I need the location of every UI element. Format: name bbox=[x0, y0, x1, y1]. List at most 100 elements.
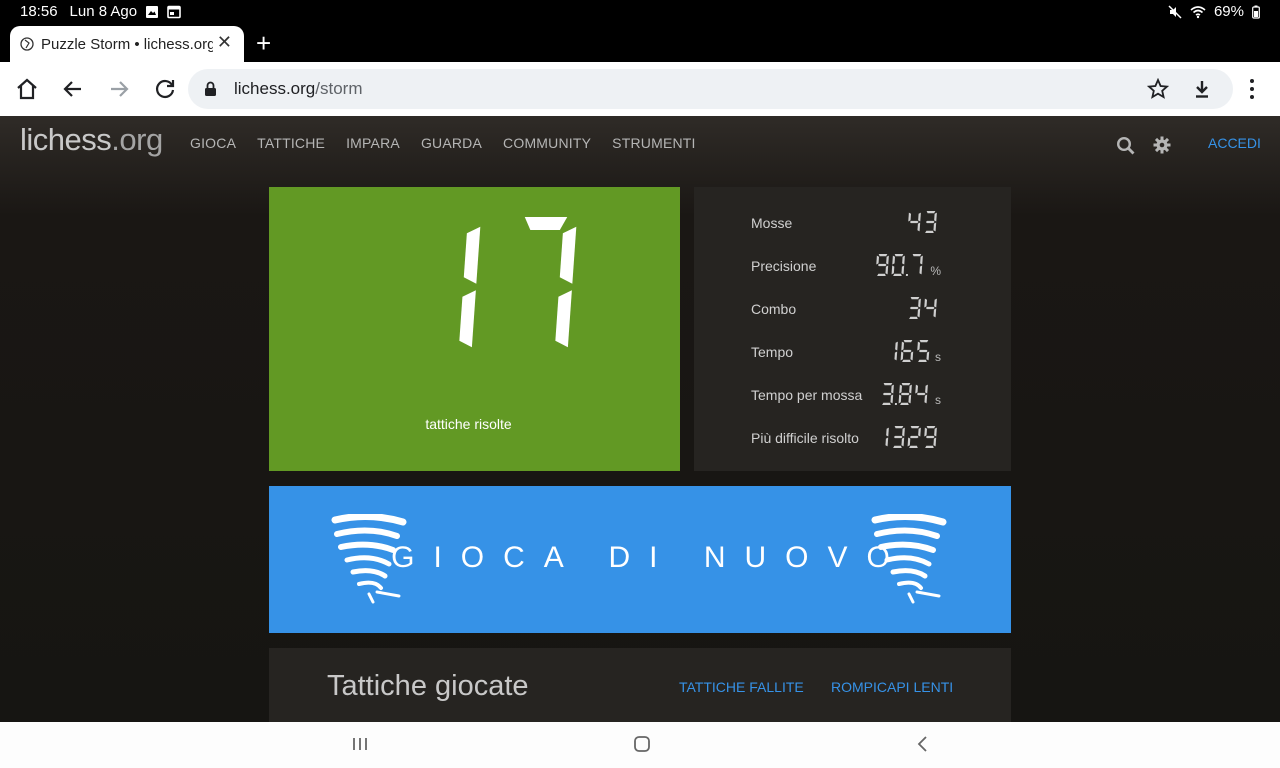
recent-apps-icon[interactable] bbox=[352, 734, 368, 754]
battery-icon bbox=[1252, 5, 1260, 19]
stat-digits bbox=[876, 254, 924, 277]
web-page: lichess.org GIOCA TATTICHE IMPARA GUARDA… bbox=[0, 116, 1280, 722]
gallery-icon bbox=[146, 5, 159, 18]
stat-row-time-per-move: Tempo per mossa s bbox=[751, 379, 981, 409]
stat-value bbox=[907, 293, 941, 323]
download-icon[interactable] bbox=[1191, 78, 1213, 100]
address-bar[interactable]: lichess.org/storm bbox=[188, 69, 1233, 109]
stat-unit: % bbox=[930, 264, 941, 278]
digit-8 bbox=[898, 383, 912, 405]
mute-icon bbox=[1168, 4, 1182, 19]
more-menu-icon[interactable] bbox=[1244, 76, 1260, 102]
digit-6 bbox=[900, 340, 914, 362]
date: Lun 8 Ago bbox=[69, 3, 138, 20]
gear-icon[interactable] bbox=[1153, 136, 1171, 154]
login-link[interactable]: ACCEDI bbox=[1208, 135, 1261, 151]
stat-unit: s bbox=[935, 393, 941, 407]
stat-row-time: Tempo s bbox=[751, 336, 981, 366]
digit-5 bbox=[917, 340, 930, 362]
nav-guarda[interactable]: GUARDA bbox=[421, 135, 482, 151]
stat-label: Precisione bbox=[751, 258, 817, 274]
digit-3 bbox=[882, 383, 894, 405]
stat-row-accuracy: Precisione % bbox=[751, 250, 981, 280]
forward-icon[interactable] bbox=[106, 76, 132, 102]
digit-9 bbox=[924, 426, 937, 448]
stat-value: % bbox=[875, 250, 941, 280]
digit-4 bbox=[924, 298, 937, 318]
digit-dot bbox=[894, 403, 897, 406]
bookmark-star-icon[interactable] bbox=[1147, 78, 1169, 100]
browser-toolbar: lichess.org/storm bbox=[0, 62, 1280, 116]
close-tab-icon[interactable]: ✕ bbox=[217, 32, 232, 53]
stat-unit: s bbox=[935, 350, 941, 364]
digit-7 bbox=[912, 254, 924, 275]
main-nav: GIOCA TATTICHE IMPARA GUARDA COMMUNITY S… bbox=[190, 135, 696, 151]
stat-label: Tempo per mossa bbox=[751, 387, 863, 403]
digit-2 bbox=[907, 426, 921, 448]
lichess-favicon-icon bbox=[20, 37, 34, 51]
stat-label: Più difficile risolto bbox=[751, 430, 859, 446]
stat-digits bbox=[885, 426, 937, 448]
stat-row-hardest: Più difficile risolto bbox=[751, 422, 981, 452]
back-icon[interactable] bbox=[60, 76, 86, 102]
stat-label: Combo bbox=[751, 301, 797, 317]
back-nav-icon[interactable] bbox=[915, 734, 931, 754]
stat-digits bbox=[894, 340, 930, 362]
stat-digits bbox=[908, 211, 937, 233]
digit-dot bbox=[906, 274, 909, 277]
browser-tab[interactable]: Puzzle Storm • lichess.org ✕ bbox=[10, 26, 244, 62]
played-puzzles-panel: Tattiche giocate TATTICHE FALLITE ROMPIC… bbox=[269, 648, 1011, 722]
site-logo[interactable]: lichess.org bbox=[20, 122, 163, 158]
digit-3 bbox=[893, 426, 905, 448]
status-bar: 18:56 Lun 8 Ago 69% bbox=[0, 0, 1280, 24]
score-value bbox=[459, 217, 577, 348]
search-icon[interactable] bbox=[1116, 136, 1136, 156]
home-icon[interactable] bbox=[14, 76, 40, 102]
score-card: tattiche risolte bbox=[269, 187, 680, 471]
tornado-icon bbox=[871, 514, 947, 604]
nav-impara[interactable]: IMPARA bbox=[346, 135, 400, 151]
digit-1 bbox=[885, 427, 889, 447]
stat-value bbox=[875, 422, 941, 452]
played-title: Tattiche giocate bbox=[327, 670, 529, 702]
home-nav-icon[interactable] bbox=[633, 734, 651, 754]
clock: 18:56 bbox=[20, 3, 58, 20]
digit-7 bbox=[524, 217, 577, 348]
calendar-icon bbox=[167, 5, 181, 18]
stat-label: Mosse bbox=[751, 215, 793, 231]
battery-percent: 69% bbox=[1213, 3, 1244, 20]
play-again-button[interactable]: GIOCA DI NUOVO bbox=[269, 486, 1011, 633]
digit-1 bbox=[894, 341, 898, 361]
nav-tattiche[interactable]: TATTICHE bbox=[257, 135, 325, 151]
failed-puzzles-link[interactable]: TATTICHE FALLITE bbox=[679, 679, 804, 695]
digit-9 bbox=[876, 254, 890, 276]
android-nav-bar bbox=[0, 722, 1280, 768]
stat-label: Tempo bbox=[751, 344, 794, 360]
wifi-icon bbox=[1190, 5, 1206, 18]
digit-0 bbox=[891, 254, 906, 276]
stat-value: s bbox=[884, 336, 941, 366]
digit-4 bbox=[915, 384, 928, 404]
reload-icon[interactable] bbox=[152, 76, 178, 102]
stat-row-moves: Mosse bbox=[751, 207, 981, 237]
slow-puzzles-link[interactable]: ROMPICAPI LENTI bbox=[831, 679, 953, 695]
lock-icon bbox=[205, 81, 216, 96]
digit-1 bbox=[459, 226, 481, 348]
digit-4 bbox=[908, 212, 921, 232]
new-tab-button[interactable]: + bbox=[256, 28, 271, 58]
nav-gioca[interactable]: GIOCA bbox=[190, 135, 236, 151]
digit-3 bbox=[925, 211, 937, 233]
url-text: lichess.org/storm bbox=[234, 79, 363, 98]
nav-community[interactable]: COMMUNITY bbox=[503, 135, 591, 151]
stat-row-combo: Combo bbox=[751, 293, 981, 323]
tab-strip: Puzzle Storm • lichess.org ✕ + bbox=[0, 24, 1280, 62]
stat-value bbox=[907, 207, 941, 237]
stat-value: s bbox=[880, 379, 941, 409]
stats-card: Mosse Precisione % Combo Tempo s Tempo p… bbox=[694, 187, 1011, 471]
nav-strumenti[interactable]: STRUMENTI bbox=[612, 135, 695, 151]
stat-digits bbox=[882, 383, 928, 406]
stat-digits bbox=[909, 297, 937, 319]
score-label: tattiche risolte bbox=[425, 416, 512, 432]
tab-title: Puzzle Storm • lichess.org bbox=[41, 35, 213, 53]
digit-3 bbox=[909, 297, 921, 319]
